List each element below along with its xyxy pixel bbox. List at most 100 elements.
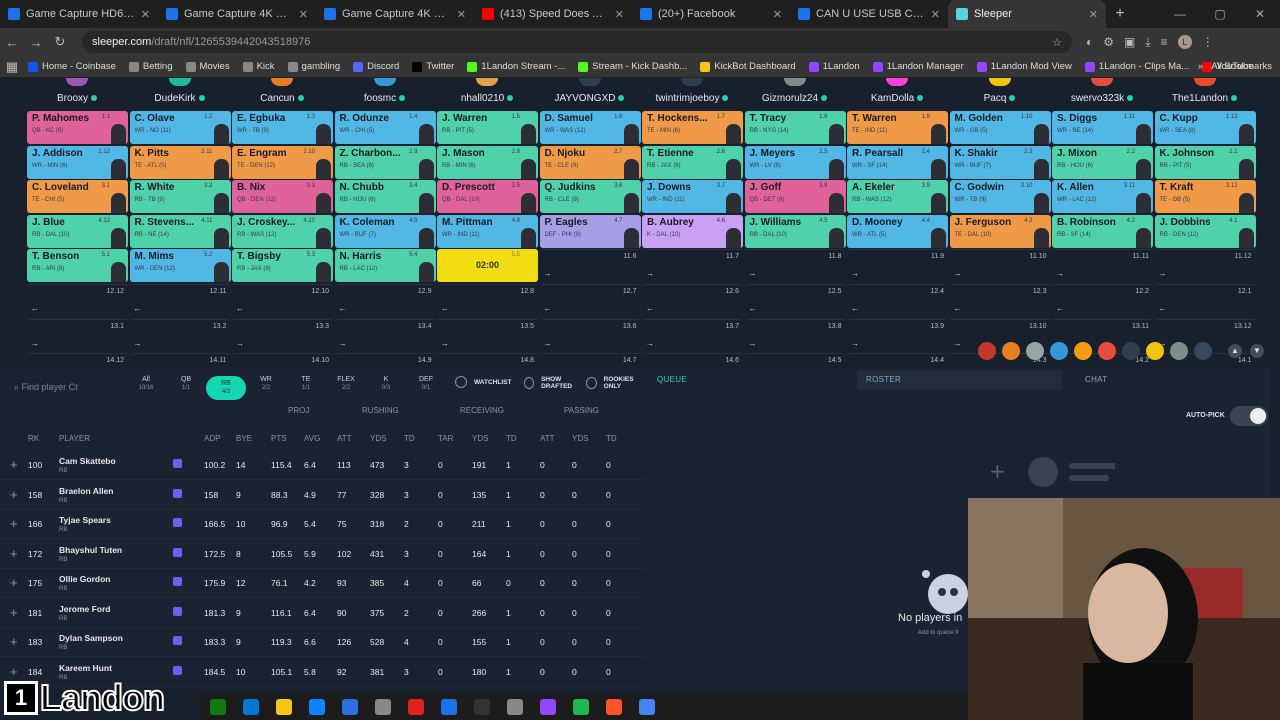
manager-header[interactable]: twintrimjoeboy <box>642 78 742 104</box>
position-filter-flex[interactable]: FLEX 2/2 <box>326 376 366 400</box>
taskbar-app-icon[interactable] <box>639 699 655 715</box>
player-news-icon[interactable] <box>173 547 182 557</box>
reaction-emoji-icon[interactable] <box>1050 342 1068 360</box>
bookmark-item[interactable]: 1Landon Manager <box>872 61 964 72</box>
chat-tab[interactable]: CHAT <box>1085 375 1107 384</box>
drafted-player-cell[interactable]: N. Chubb RB - HOU (6) 3.4 <box>334 180 436 214</box>
forward-icon[interactable]: → <box>24 35 48 50</box>
bookmark-item[interactable]: KickBot Dashboard <box>700 61 796 72</box>
drafted-player-cell[interactable]: Q. Judkins RB - CLE (9) 3.6 <box>539 180 641 214</box>
more-icon[interactable]: ⋮ <box>1202 35 1214 49</box>
drafted-player-cell[interactable]: C. Godwin WR - TB (9) 3.10 <box>949 180 1051 214</box>
player-row[interactable]: +100 Cam Skattebo RB 100.2 14 115.4 6.4 113 473 3… <box>0 451 645 480</box>
chevron-up-icon[interactable]: ▲ <box>1228 344 1242 358</box>
drafted-player-cell[interactable]: E. Egbuka WR - TB (9) 1.3 <box>232 111 333 144</box>
drafted-player-cell[interactable]: K. Pitts TE - ATL (5) 2.11 <box>129 145 231 179</box>
browser-tab[interactable]: CAN U USE USB C TO A ON 4K ✕ <box>790 0 948 28</box>
bookmark-item[interactable]: Movies <box>185 61 230 72</box>
drafted-player-cell[interactable]: B. Aubrey K - DAL (10) 4.6 <box>642 214 743 248</box>
drafted-player-cell[interactable]: J. Meyers WR - LV (8) 2.5 <box>744 145 846 179</box>
drafted-player-cell[interactable]: N. Harris RB - LAC (12) 5.4 <box>334 249 436 283</box>
drafted-player-cell[interactable]: M. Golden WR - GB (5) 1.10 <box>949 111 1051 144</box>
reaction-emoji-icon[interactable] <box>1074 342 1092 360</box>
bookmark-star-icon[interactable]: ☆ <box>1052 36 1062 49</box>
reaction-emoji-icon[interactable] <box>1026 342 1044 360</box>
position-filter-wr[interactable]: WR 2/2 <box>246 376 286 400</box>
drafted-player-cell[interactable]: P. Mahomes QB - KC (6) 1.1 <box>27 111 128 144</box>
download-icon[interactable]: ⤓ <box>1145 35 1150 50</box>
player-news-icon[interactable] <box>173 488 182 498</box>
bookmark-item[interactable]: gambling <box>287 61 340 72</box>
close-tab-icon[interactable]: ✕ <box>299 8 308 21</box>
reload-icon[interactable]: ↻ <box>48 34 72 50</box>
player-row[interactable]: +172 Bhayshul Tuten RB 172.5 8 105.5 5.9 102 431… <box>0 540 645 569</box>
taskbar-app-icon[interactable] <box>309 699 325 715</box>
player-row[interactable]: +183 Dylan Sampson RB 183.3 9 119.3 6.6 126 528 4… <box>0 628 645 657</box>
player-news-icon[interactable] <box>173 606 182 616</box>
manager-header[interactable]: foosmc <box>335 78 435 104</box>
browser-tab[interactable]: (413) Speed Does America us (✕ <box>474 0 632 28</box>
extension-icon[interactable]: ⚙ <box>1103 35 1114 49</box>
add-to-queue-plus-icon[interactable]: + <box>10 605 18 620</box>
drafted-player-cell[interactable]: E. Engram TE - DEN (12) 2.10 <box>232 145 333 179</box>
bookmark-item[interactable]: Betting <box>128 61 173 72</box>
bookmark-item[interactable]: Home - Coinbase <box>28 61 116 72</box>
browser-tab[interactable]: Game Capture HD60 X | Elgato ✕ <box>0 0 158 28</box>
taskbar-app-icon[interactable] <box>276 699 292 715</box>
close-tab-icon[interactable]: ✕ <box>1089 8 1098 21</box>
manager-header[interactable]: nhall0210 <box>437 78 537 104</box>
position-filter-qb[interactable]: QB 1/1 <box>166 376 206 400</box>
reaction-emoji-icon[interactable] <box>978 342 996 360</box>
taskbar-app-icon[interactable] <box>243 699 259 715</box>
position-filter-te[interactable]: TE 1/1 <box>286 376 326 400</box>
bookmark-item[interactable]: Stream - Kick Dashb... <box>578 61 687 72</box>
position-filter-all[interactable]: All 10/16 <box>126 376 166 400</box>
drafted-player-cell[interactable]: M. Mims WR - DEN (12) 5.2 <box>129 249 231 283</box>
manager-header[interactable]: KamDolla <box>847 78 947 104</box>
position-filter-rb[interactable]: RB 4/2 <box>206 376 246 400</box>
browser-tab[interactable]: Sleeper ✕ <box>948 0 1106 28</box>
manager-header[interactable]: Pacq <box>950 78 1050 104</box>
close-tab-icon[interactable]: ✕ <box>141 8 150 21</box>
drafted-player-cell[interactable]: T. Bigsby RB - JAX (8) 5.3 <box>232 249 333 283</box>
drafted-player-cell[interactable]: J. Croskey... RB - WAS (12) 4.10 <box>232 214 333 248</box>
roster-tab[interactable]: ROSTER <box>866 375 901 384</box>
drafted-player-cell[interactable]: J. Mixon RB - HOU (6) 2.2 <box>1052 145 1153 179</box>
taskbar-app-icon[interactable] <box>441 699 457 715</box>
drafted-player-cell[interactable]: B. Robinson RB - SF (14) 4.2 <box>1052 214 1153 248</box>
puzzle-icon[interactable]: ▣ <box>1124 35 1135 49</box>
drafted-player-cell[interactable]: J. Ferguson TE - DAL (10) 4.3 <box>949 214 1051 248</box>
taskbar-app-icon[interactable] <box>375 699 391 715</box>
chevron-down-icon[interactable]: ▼ <box>1250 344 1264 358</box>
drafted-player-cell[interactable]: D. Prescott QB - DAL (10) 3.5 <box>437 180 538 214</box>
reaction-emoji-icon[interactable] <box>1146 342 1164 360</box>
add-to-queue-plus-icon[interactable]: + <box>10 516 18 531</box>
new-tab-button[interactable]: + <box>1106 0 1134 28</box>
drafted-player-cell[interactable]: J. Goff QB - DET (8) 3.8 <box>744 180 846 214</box>
drafted-player-cell[interactable]: C. Loveland TE - CHI (5) 3.1 <box>27 180 128 214</box>
apps-grid-icon[interactable]: ▦ <box>0 59 24 75</box>
drafted-player-cell[interactable]: K. Shakir WR - BUF (7) 2.3 <box>949 145 1051 179</box>
drafted-player-cell[interactable]: S. Diggs WR - NE (14) 1.11 <box>1052 111 1153 144</box>
all-bookmarks[interactable]: » All Bookmarks <box>1198 56 1272 78</box>
taskbar-app-icon[interactable] <box>573 699 589 715</box>
drafted-player-cell[interactable]: R. White RB - TB (9) 3.2 <box>129 180 231 214</box>
close-tab-icon[interactable]: ✕ <box>931 8 940 21</box>
drafted-player-cell[interactable]: J. Addison WR - MIN (6) 2.12 <box>27 145 128 179</box>
bookmark-item[interactable]: Discord <box>353 61 399 72</box>
drafted-player-cell[interactable]: J. Dobbins RB - DEN (12) 4.1 <box>1154 214 1256 248</box>
drafted-player-cell[interactable]: T. Warren TE - IND (11) 1.9 <box>847 111 948 144</box>
maximize-icon[interactable]: ▢ <box>1200 0 1240 28</box>
drafted-player-cell[interactable]: R. Odunze WR - CHI (5) 1.4 <box>334 111 436 144</box>
drafted-player-cell[interactable]: A. Ekeler RB - WAS (12) 3.9 <box>847 180 948 214</box>
show-drafted-toggle[interactable]: SHOW DRAFTED <box>524 376 584 390</box>
add-to-queue-plus-icon[interactable]: + <box>10 457 18 472</box>
pick-timer-cell[interactable]: 02:00 5.5 <box>437 249 538 283</box>
reaction-emoji-icon[interactable] <box>1194 342 1212 360</box>
player-news-icon[interactable] <box>173 636 182 645</box>
manager-header[interactable]: The1Landon <box>1155 78 1255 104</box>
menu-icon[interactable]: ≡ <box>1161 35 1168 49</box>
drafted-player-cell[interactable]: T. Etienne RB - JAX (8) 2.6 <box>642 145 743 179</box>
manager-header[interactable]: JAYVONGXD <box>540 78 640 104</box>
url-field[interactable]: sleeper.com/draft/nfl/126553944204351897… <box>82 31 1072 53</box>
